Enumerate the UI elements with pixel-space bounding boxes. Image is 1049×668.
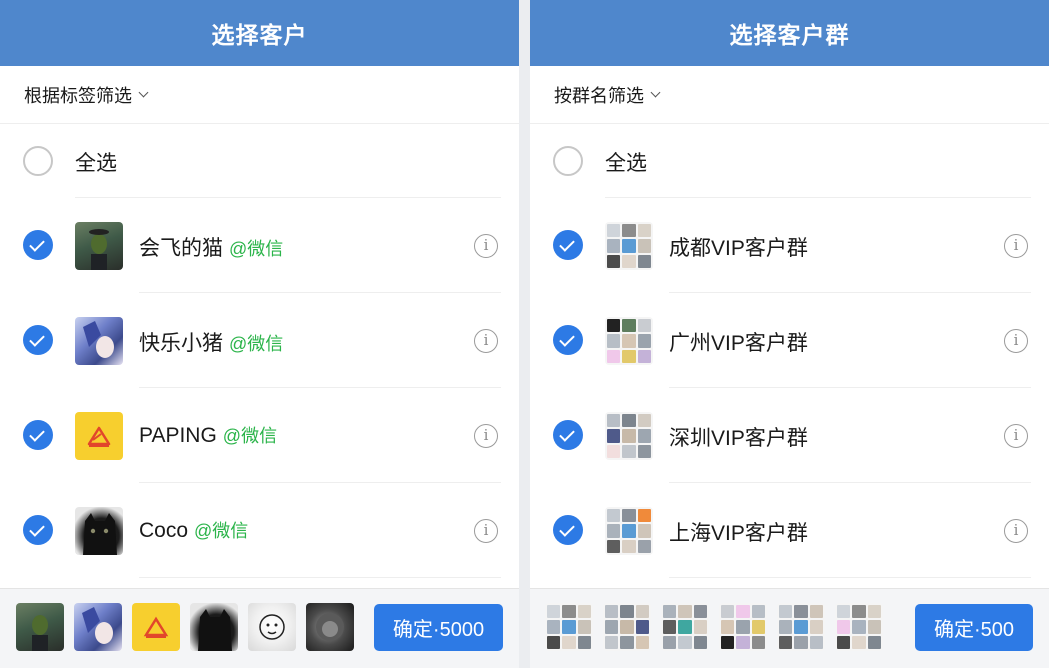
group-avatar <box>605 412 653 460</box>
painting-avatar <box>75 222 123 270</box>
group-item[interactable]: 上海VIP客户群 i <box>530 483 1049 578</box>
check-circle-icon[interactable] <box>553 230 583 260</box>
customer-item[interactable]: Coco @微信 i <box>0 483 519 578</box>
customer-select-panel: 选择客户 根据标签筛选 全选 会飞的猫 @微信 i 快乐小猪 @微信 i PAPIN… <box>0 0 519 668</box>
info-icon[interactable]: i <box>474 424 498 448</box>
page-title: 选择客户 <box>0 0 519 66</box>
select-all-label: 全选 <box>75 152 117 175</box>
black-cat-avatar <box>75 507 123 555</box>
group-name-filter-dropdown[interactable]: 按群名筛选 <box>530 66 1049 124</box>
group-name: 成都VIP客户群 <box>669 237 808 260</box>
select-all-label: 全选 <box>605 152 647 175</box>
customer-name: 快乐小猪 @微信 <box>139 332 284 355</box>
confirm-button[interactable]: 确定·500 <box>915 604 1033 651</box>
confirm-button[interactable]: 确定·5000 <box>374 604 503 651</box>
selected-group-avatar[interactable] <box>545 603 593 651</box>
check-circle-icon[interactable] <box>23 230 53 260</box>
group-select-panel: 选择客户群 按群名筛选 全选 成都VIP客户群 i 广州VIP客户群 i 深圳V… <box>530 0 1049 668</box>
info-icon[interactable]: i <box>474 329 498 353</box>
empty-circle-icon[interactable] <box>23 146 53 176</box>
info-icon[interactable]: i <box>1004 519 1028 543</box>
group-name: 广州VIP客户群 <box>669 332 808 355</box>
selected-avatar[interactable] <box>306 603 354 651</box>
customer-item[interactable]: 快乐小猪 @微信 i <box>0 293 519 388</box>
selected-avatar[interactable] <box>74 603 122 651</box>
filter-label: 按群名筛选 <box>554 85 644 106</box>
customer-name: 会飞的猫 @微信 <box>139 237 284 260</box>
selected-avatar[interactable] <box>132 603 180 651</box>
info-icon[interactable]: i <box>1004 329 1028 353</box>
customer-item[interactable]: 会飞的猫 @微信 i <box>0 198 519 293</box>
selected-group-avatar[interactable] <box>835 603 883 651</box>
check-circle-icon[interactable] <box>553 325 583 355</box>
chevron-down-icon <box>138 87 149 97</box>
selected-avatar[interactable] <box>16 603 64 651</box>
selected-group-avatar[interactable] <box>719 603 767 651</box>
group-avatar <box>605 317 653 365</box>
customer-name: PAPING @微信 <box>139 424 278 447</box>
group-avatar <box>605 507 653 555</box>
wechat-tag: @微信 <box>222 426 278 446</box>
tag-filter-dropdown[interactable]: 根据标签筛选 <box>0 66 519 124</box>
check-circle-icon[interactable] <box>553 515 583 545</box>
chevron-down-icon <box>650 87 661 97</box>
customer-name: Coco @微信 <box>139 519 249 542</box>
selected-group-avatar[interactable] <box>777 603 825 651</box>
paping-logo-avatar <box>75 412 123 460</box>
group-name: 上海VIP客户群 <box>669 522 808 545</box>
check-circle-icon[interactable] <box>23 420 53 450</box>
selected-group-avatar[interactable] <box>603 603 651 651</box>
group-item[interactable]: 深圳VIP客户群 i <box>530 388 1049 483</box>
wechat-tag: @微信 <box>229 239 284 259</box>
filter-label: 根据标签筛选 <box>24 85 132 106</box>
select-all-row[interactable]: 全选 <box>0 124 519 198</box>
info-icon[interactable]: i <box>474 519 498 543</box>
wechat-tag: @微信 <box>229 334 284 354</box>
anime-avatar <box>75 317 123 365</box>
info-icon[interactable]: i <box>1004 234 1028 258</box>
select-all-row[interactable]: 全选 <box>530 124 1049 198</box>
selection-footer: 确定·500 <box>530 588 1049 668</box>
group-item[interactable]: 成都VIP客户群 i <box>530 198 1049 293</box>
selected-avatar[interactable] <box>190 603 238 651</box>
selected-avatar[interactable] <box>248 603 296 651</box>
divider <box>669 577 1031 578</box>
check-circle-icon[interactable] <box>23 325 53 355</box>
wechat-tag: @微信 <box>194 521 249 541</box>
selection-footer: 确定·5000 <box>0 588 519 668</box>
check-circle-icon[interactable] <box>553 420 583 450</box>
check-circle-icon[interactable] <box>23 515 53 545</box>
info-icon[interactable]: i <box>1004 424 1028 448</box>
group-avatar <box>605 222 653 270</box>
divider <box>139 577 501 578</box>
selected-group-avatar[interactable] <box>661 603 709 651</box>
group-item[interactable]: 广州VIP客户群 i <box>530 293 1049 388</box>
info-icon[interactable]: i <box>474 234 498 258</box>
group-name: 深圳VIP客户群 <box>669 427 808 450</box>
empty-circle-icon[interactable] <box>553 146 583 176</box>
page-title: 选择客户群 <box>530 0 1049 66</box>
customer-item[interactable]: PAPING @微信 i <box>0 388 519 483</box>
